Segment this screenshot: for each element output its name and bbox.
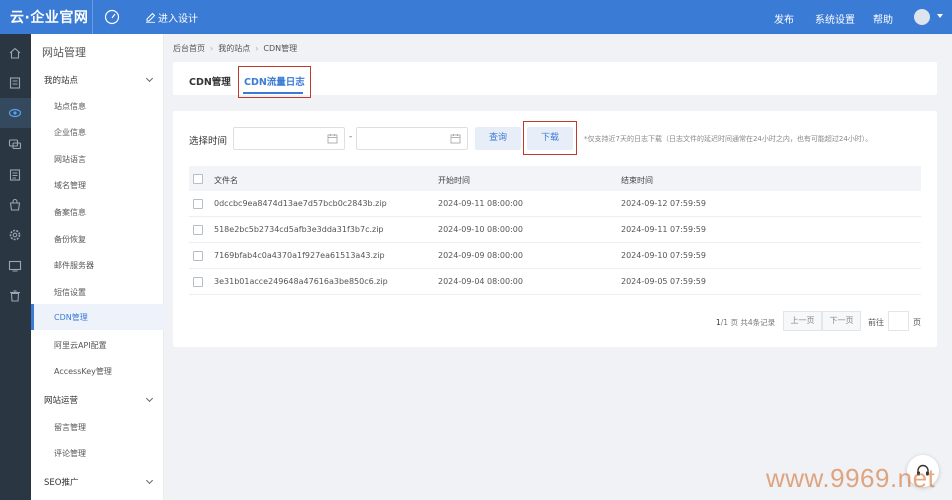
chevron-down-icon	[145, 476, 154, 485]
icon-rail	[0, 34, 31, 500]
sidebar-group-operations[interactable]: 网站运营	[44, 394, 154, 406]
calendar-icon	[327, 134, 338, 144]
time-filter-label: 选择时间	[189, 136, 228, 147]
sidebar-group-seo[interactable]: SEO推广	[44, 476, 154, 488]
sidebar-item-site-info[interactable]: 站点信息	[54, 101, 86, 112]
sidebar-group-label: 我的站点	[44, 76, 79, 86]
sidebar-item-sms[interactable]: 短信设置	[54, 287, 86, 298]
brand-logo[interactable]: 云·企业官网	[10, 7, 88, 27]
help-menu[interactable]: 帮助	[873, 11, 893, 26]
page-suffix: 页	[913, 318, 921, 327]
caret-down-icon[interactable]	[937, 14, 943, 18]
document-icon[interactable]	[8, 167, 22, 181]
end-date-input[interactable]	[356, 127, 468, 150]
download-note: *仅支持近7天的日志下载（日志文件的延迟时间通常在24小时之内，也有可能超过24…	[584, 135, 873, 143]
trash-icon[interactable]	[8, 288, 22, 302]
sidebar-item-messages[interactable]: 留言管理	[54, 422, 86, 433]
calendar-icon	[450, 134, 461, 144]
breadcrumb-my-sites[interactable]: 我的站点	[218, 44, 250, 53]
breadcrumb-home[interactable]: 后台首页	[173, 44, 205, 53]
date-separator: -	[349, 132, 353, 142]
sidebar-title: 网站管理	[42, 46, 86, 59]
sidebar-item-filing[interactable]: 备案信息	[54, 207, 86, 218]
sidebar-item-domain[interactable]: 域名管理	[54, 180, 86, 191]
chevron-right-icon: ›	[255, 44, 259, 53]
prev-page-button[interactable]: 上一页	[783, 311, 822, 331]
top-bar: 云·企业官网 进入设计 发布 系统设置 帮助	[0, 0, 952, 34]
select-all-checkbox[interactable]	[193, 174, 203, 184]
column-header-start: 开始时间	[438, 176, 470, 185]
sidebar-item-backup[interactable]: 备份恢复	[54, 234, 86, 245]
row-checkbox[interactable]	[193, 251, 203, 261]
publish-menu[interactable]: 发布	[774, 11, 794, 26]
shop-bag-icon[interactable]	[8, 197, 22, 211]
end-time-cell: 2024-09-10 07:59:59	[621, 251, 706, 260]
column-header-file: 文件名	[214, 176, 238, 185]
total-pages: /1 页	[720, 318, 738, 327]
sidebar-item-company-info[interactable]: 企业信息	[54, 127, 86, 138]
enter-design-button[interactable]: 进入设计	[145, 10, 198, 25]
highlight-box	[523, 121, 577, 155]
breadcrumb-current: CDN管理	[263, 44, 298, 53]
home-icon[interactable]	[8, 45, 22, 59]
table-header	[189, 166, 921, 191]
column-header-end: 结束时间	[621, 176, 653, 185]
end-time-cell: 2024-09-05 07:59:59	[621, 277, 706, 286]
chevron-down-icon	[145, 394, 154, 403]
breadcrumb: 后台首页 › 我的站点 › CDN管理	[173, 43, 297, 54]
row-checkbox[interactable]	[193, 277, 203, 287]
settings-gear-icon[interactable]	[8, 227, 22, 241]
pagination-info: 1/1 页 共4条记录	[716, 317, 775, 328]
sidebar-group-label: SEO推广	[44, 478, 79, 488]
sidebar: 网站管理 我的站点 站点信息 企业信息 网站语言 域名管理 备案信息 备份恢复 …	[31, 34, 164, 500]
divider	[92, 0, 93, 34]
start-date-input[interactable]	[233, 127, 345, 150]
file-name-cell: 518e2bc5b2734cd5afb3e3dda31f3b7c.zip	[214, 225, 384, 234]
tab-cdn-management[interactable]: CDN管理	[189, 74, 231, 88]
end-time-cell: 2024-09-12 07:59:59	[621, 199, 706, 208]
record-count: 共4条记录	[740, 318, 776, 327]
avatar[interactable]	[914, 9, 930, 25]
sidebar-group-my-sites[interactable]: 我的站点	[44, 74, 154, 86]
end-time-cell: 2024-09-11 07:59:59	[621, 225, 706, 234]
file-name-cell: 0dccbc9ea8474d13ae7d57bcb0c2843b.zip	[214, 199, 387, 208]
query-button[interactable]: 查询	[475, 127, 521, 150]
file-name-cell: 7169bfab4c0a4370a1f927ea61513a43.zip	[214, 251, 385, 260]
start-time-cell: 2024-09-09 08:00:00	[438, 251, 523, 260]
sidebar-item-aliyun-api[interactable]: 阿里云API配置	[54, 340, 107, 351]
sidebar-item-mail-server[interactable]: 邮件服务器	[54, 260, 94, 271]
next-page-button[interactable]: 下一页	[822, 311, 861, 331]
message-icon[interactable]	[8, 136, 22, 150]
file-name-cell: 3e31b01acce249648a47616a3be850c6.zip	[214, 277, 388, 286]
sidebar-item-site-language[interactable]: 网站语言	[54, 154, 86, 165]
monitor-icon[interactable]	[8, 258, 22, 272]
row-checkbox[interactable]	[193, 199, 203, 209]
sidebar-item-comments[interactable]: 评论管理	[54, 448, 86, 459]
sidebar-item-cdn[interactable]: CDN管理	[31, 304, 164, 330]
goto-label: 前往	[868, 318, 884, 327]
chevron-right-icon: ›	[210, 44, 214, 53]
start-time-cell: 2024-09-10 08:00:00	[438, 225, 523, 234]
start-time-cell: 2024-09-11 08:00:00	[438, 199, 523, 208]
chevron-down-icon	[145, 74, 154, 83]
edit-pen-icon	[145, 12, 156, 23]
dashboard-gauge-icon[interactable]	[104, 9, 120, 25]
website-icon[interactable]	[0, 98, 31, 128]
content-icon[interactable]	[8, 75, 22, 89]
enter-design-label: 进入设计	[158, 14, 198, 25]
start-time-cell: 2024-09-04 08:00:00	[438, 277, 523, 286]
sidebar-group-label: 网站运营	[44, 396, 79, 406]
system-settings-menu[interactable]: 系统设置	[815, 11, 855, 26]
goto-page-input[interactable]	[888, 311, 909, 331]
watermark: www.9969.net	[766, 463, 936, 493]
sidebar-item-label: CDN管理	[54, 313, 88, 322]
row-checkbox[interactable]	[193, 225, 203, 235]
highlight-box	[238, 66, 311, 98]
sidebar-item-accesskey[interactable]: AccessKey管理	[54, 366, 112, 377]
